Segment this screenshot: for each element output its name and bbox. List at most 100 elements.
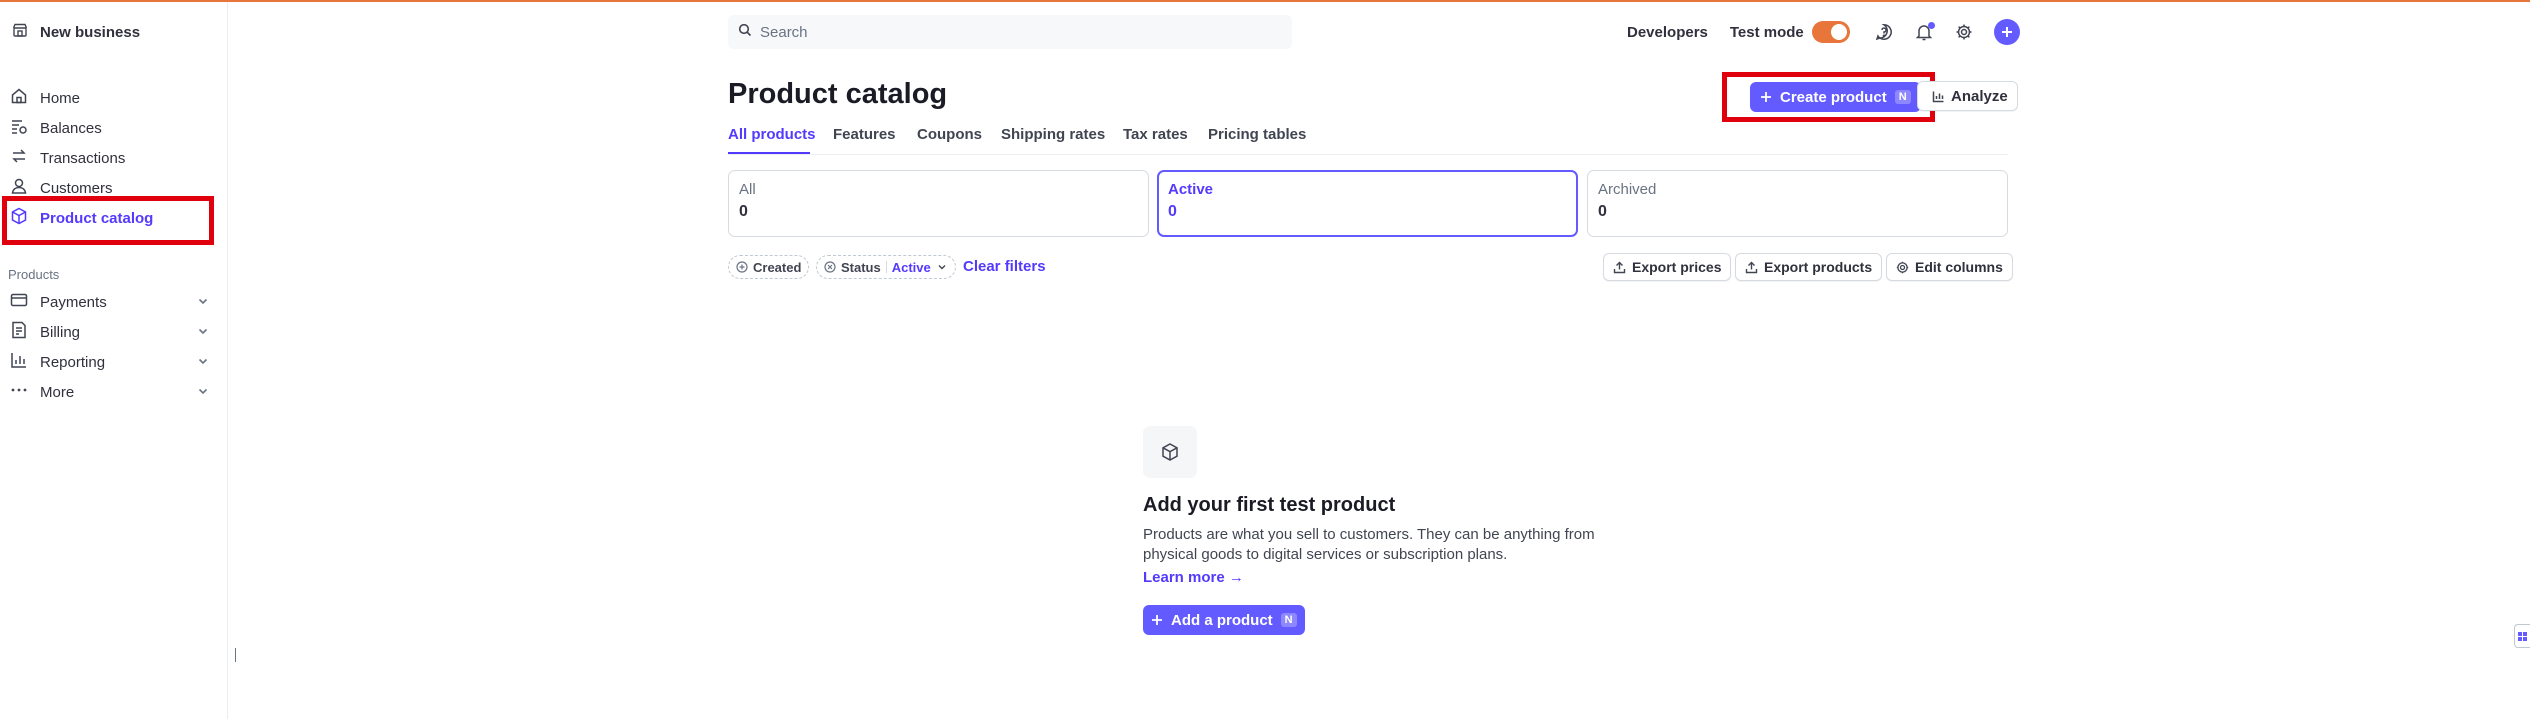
highlight-box-product-catalog [2,196,214,245]
search-icon [738,23,752,41]
export-products-label: Export products [1764,259,1873,275]
plus-icon [1152,615,1162,625]
grid-icon [2518,631,2527,641]
product-box-icon [1143,426,1197,478]
tab-tax-rates[interactable]: Tax rates [1123,126,1188,143]
export-prices-button[interactable]: Export prices [1603,253,1732,281]
home-icon [10,87,28,109]
test-mode-label: Test mode [1729,23,1804,41]
side-panel-tab[interactable] [2514,624,2530,648]
status-card-label: Active [1168,181,1214,198]
status-card-all[interactable]: All 0 [728,170,1149,237]
analyze-button[interactable]: Analyze [1917,81,2018,111]
status-card-count: 0 [1598,203,1607,220]
transactions-icon [10,147,28,169]
more-icon [10,381,28,403]
tab-all-products[interactable]: All products [728,126,816,143]
page-title: Product catalog [728,78,948,110]
tab-shipping-rates[interactable]: Shipping rates [1001,126,1105,143]
empty-state-title: Add your first test product [1143,494,1396,516]
sidebar-item-transactions[interactable]: Transactions [10,146,210,170]
sidebar-item-balances[interactable]: Balances [10,116,210,140]
sidebar: New business Home Balances Transactions … [0,2,228,719]
add-circle-icon [736,261,748,273]
notification-dot [1927,22,1935,29]
chevron-down-icon [938,265,946,270]
remove-circle-icon [824,261,836,273]
sidebar-item-label: Balances [40,119,102,137]
plus-icon [1761,92,1771,102]
edit-columns-button[interactable]: Edit columns [1886,253,2013,281]
add-product-label: Add a product [1171,611,1273,629]
sidebar-item-reporting[interactable]: Reporting [10,350,210,374]
reporting-icon [10,351,28,373]
filter-chip-label: Created [753,259,802,275]
clear-filters-link[interactable]: Clear filters [963,258,1046,275]
chevron-down-icon [198,388,208,395]
sidebar-item-label: Billing [40,323,81,341]
filter-chip-label: Status [841,259,881,275]
tab-pricing-tables[interactable]: Pricing tables [1208,126,1306,143]
status-card-count: 0 [739,203,748,220]
billing-icon [10,321,28,343]
developers-link[interactable]: Developers [1627,24,1708,41]
settings-gear-icon[interactable] [1954,22,1974,42]
search-placeholder: Search [760,23,808,41]
notifications-icon[interactable] [1914,22,1935,42]
tabs-bar: All products Features Coupons Shipping r… [728,124,2008,155]
filter-chip-created[interactable]: Created [728,255,810,279]
export-prices-label: Export prices [1632,259,1722,275]
active-tab-indicator [728,152,810,154]
settings-gear-icon [1896,261,1909,273]
chevron-down-icon [198,298,208,305]
help-icon[interactable] [1874,22,1894,42]
tab-features[interactable]: Features [833,126,896,143]
sidebar-item-more[interactable]: More [10,380,210,404]
sidebar-item-label: More [40,383,75,401]
sidebar-item-label: Transactions [40,149,126,167]
sidebar-item-payments[interactable]: Payments [10,290,210,314]
sidebar-item-label: Home [40,89,81,107]
status-card-active[interactable]: Active 0 [1157,170,1578,237]
store-icon [12,22,28,42]
status-card-label: All [739,181,756,198]
status-card-count: 0 [1168,203,1177,220]
topbar-actions: Developers Test mode [1627,18,2020,46]
analyze-label: Analyze [1951,87,2008,105]
section-label-products: Products [8,267,60,282]
balances-icon [10,117,28,139]
add-product-button[interactable]: Add a product N [1143,605,1305,635]
create-product-button[interactable]: Create product N [1750,82,1921,112]
payments-icon [10,291,28,313]
text-cursor [235,648,236,662]
filter-chip-value: Active [891,259,931,275]
sidebar-item-label: Payments [40,293,107,311]
learn-more-link[interactable]: Learn more → [1143,569,1244,586]
test-mode-toggle[interactable] [1811,21,1850,43]
filter-chip-status[interactable]: Status Active [816,255,956,279]
plus-icon [2001,27,2012,37]
sidebar-item-home[interactable]: Home [10,86,210,110]
account-switcher[interactable]: New business [12,22,140,42]
search-input[interactable]: Search [728,15,1292,49]
sidebar-item-label: Reporting [40,353,106,371]
test-mode-strip [0,0,2530,2]
edit-columns-label: Edit columns [1915,259,2003,275]
tab-coupons[interactable]: Coupons [917,126,982,143]
chart-icon [1932,91,1944,102]
sidebar-item-label: Customers [40,179,113,197]
create-product-label: Create product [1780,88,1887,106]
chevron-down-icon [198,328,208,335]
keyboard-shortcut-badge: N [1280,613,1297,627]
export-icon [1745,261,1758,273]
export-products-button[interactable]: Export products [1735,253,1883,281]
keyboard-shortcut-badge: N [1894,90,1911,104]
chevron-down-icon [198,358,208,365]
status-card-label: Archived [1598,181,1657,198]
empty-state-description: Products are what you sell to customers.… [1143,526,1595,563]
status-card-archived[interactable]: Archived 0 [1587,170,2008,237]
sidebar-item-billing[interactable]: Billing [10,320,210,344]
create-new-button[interactable] [1993,19,2020,45]
filter-chip-separator [885,261,887,273]
account-name: New business [40,23,141,41]
